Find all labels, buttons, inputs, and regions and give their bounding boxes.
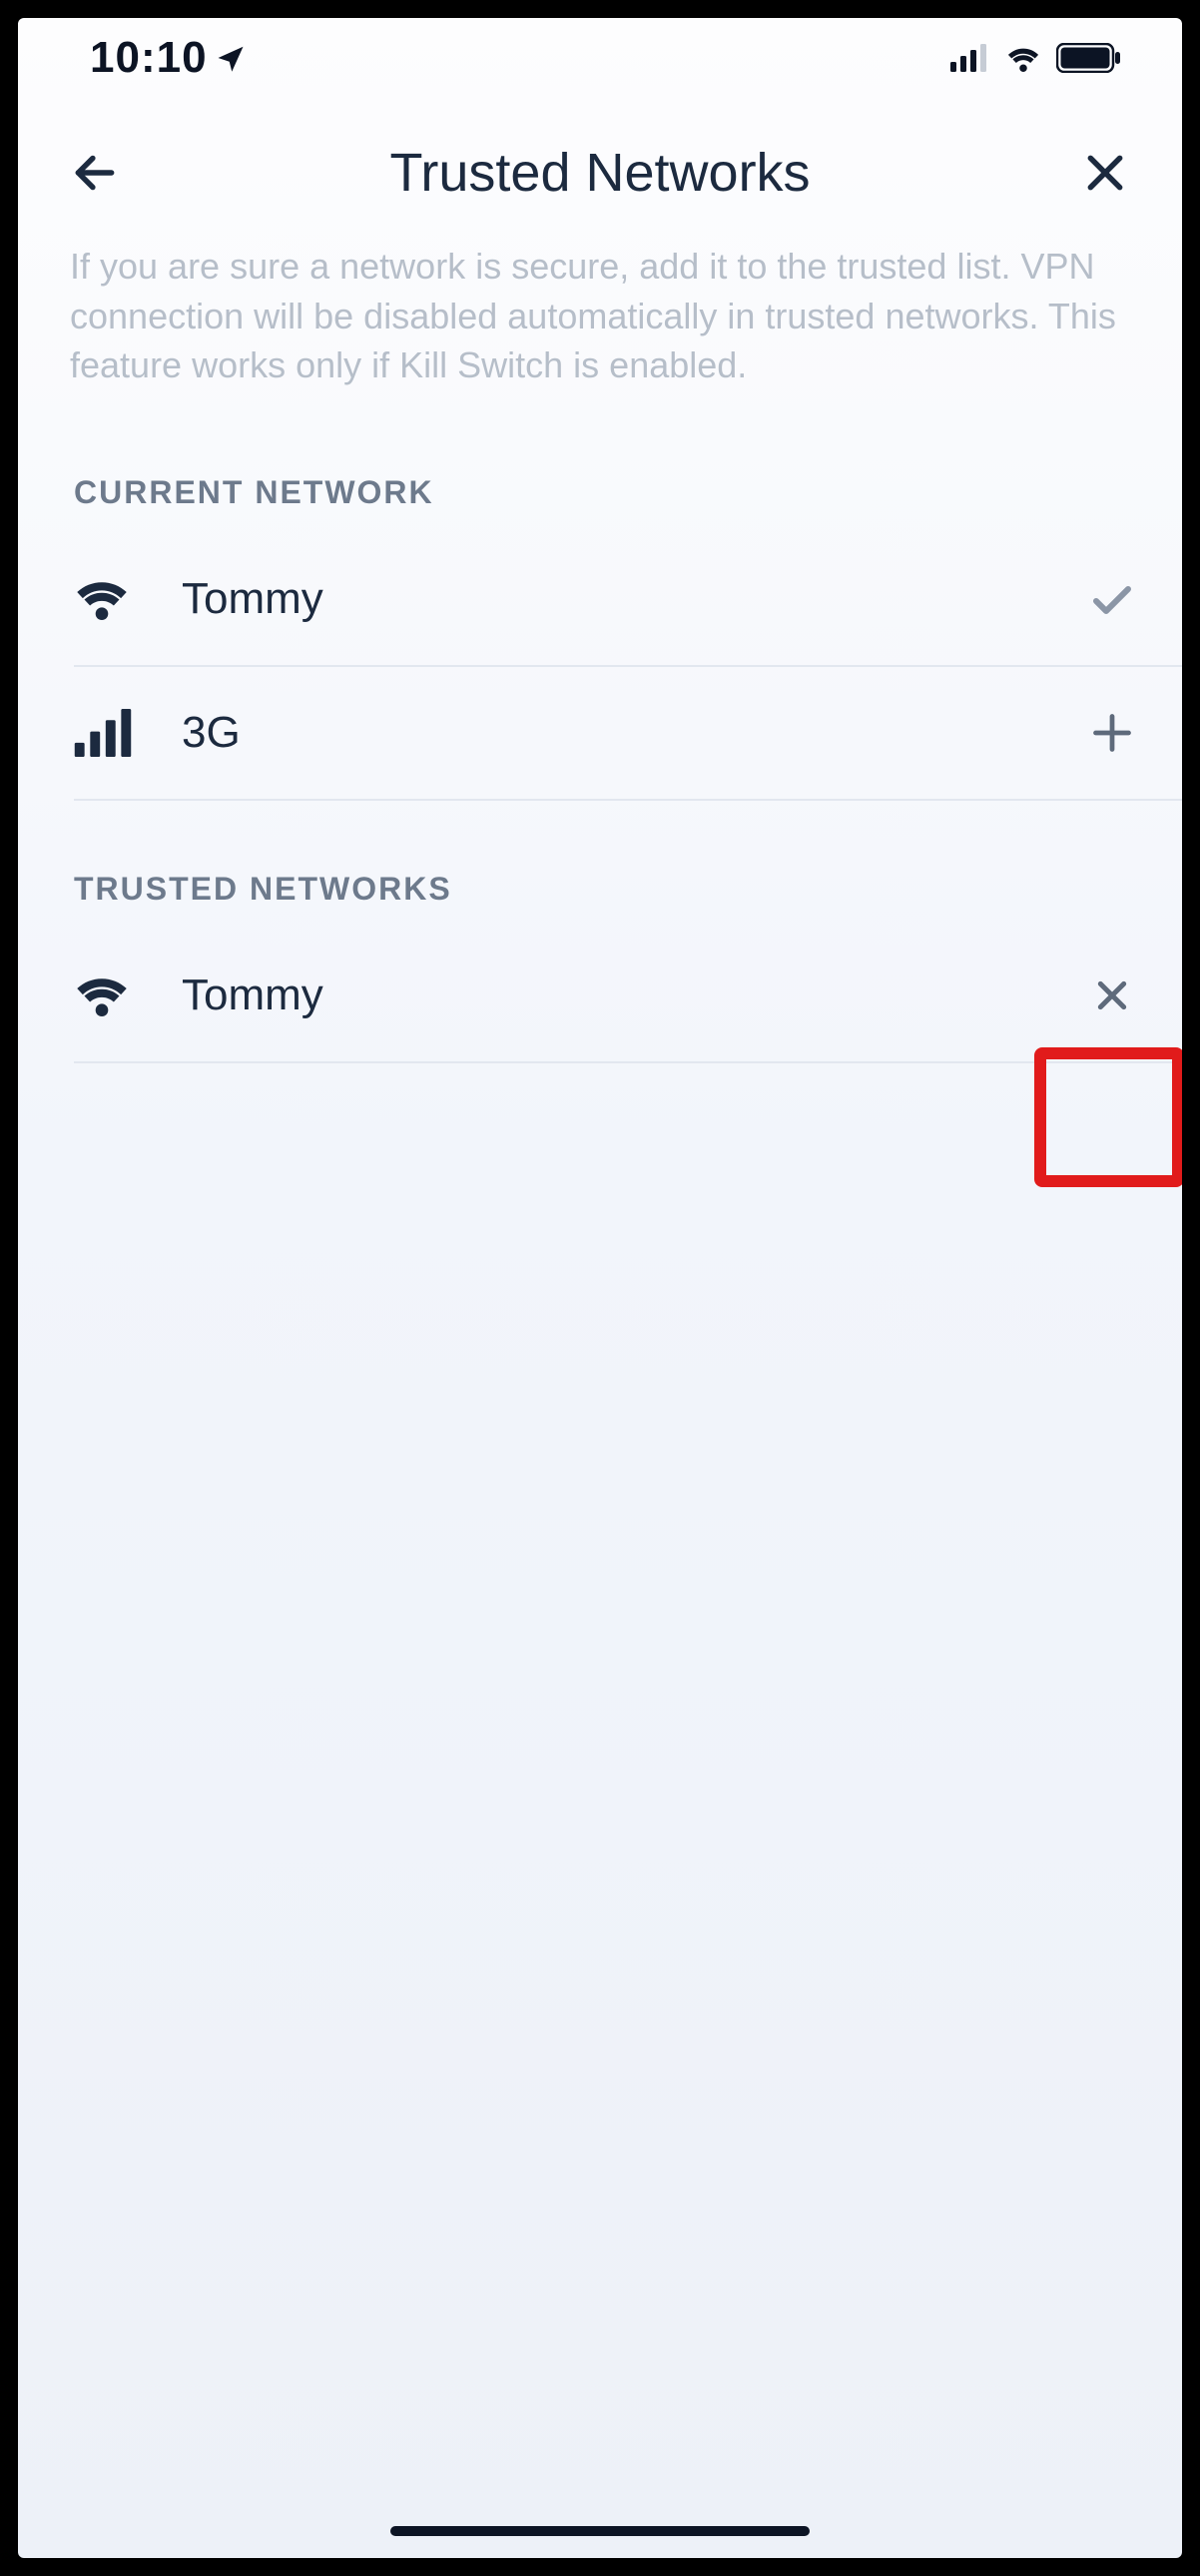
trusted-network-row[interactable]: Tommy xyxy=(74,930,1182,1063)
close-button[interactable] xyxy=(1070,138,1140,208)
status-icons xyxy=(950,43,1122,73)
plus-icon xyxy=(1090,711,1134,755)
nav-header: Trusted Networks xyxy=(18,98,1182,232)
wifi-status-icon xyxy=(1004,44,1042,72)
current-network-row[interactable]: Tommy xyxy=(74,533,1182,667)
arrow-left-icon xyxy=(70,148,120,198)
check-icon xyxy=(1088,575,1136,623)
home-indicator[interactable] xyxy=(390,2526,810,2536)
battery-icon xyxy=(1056,43,1122,73)
location-arrow-icon xyxy=(216,43,246,73)
status-time: 10:10 xyxy=(90,33,246,83)
screen: 10:10 xyxy=(18,18,1182,2558)
clock-time: 10:10 xyxy=(90,33,208,83)
page-title: Trusted Networks xyxy=(389,142,810,204)
section-header-current: CURRENT NETWORK xyxy=(18,430,1182,533)
description-text: If you are sure a network is secure, add… xyxy=(18,232,1182,430)
cellular-signal-icon xyxy=(950,44,990,72)
add-network-button[interactable] xyxy=(1082,703,1142,763)
status-bar: 10:10 xyxy=(18,18,1182,98)
wifi-icon xyxy=(74,577,134,621)
remove-network-button[interactable] xyxy=(1082,966,1142,1025)
wifi-icon xyxy=(74,973,134,1017)
trusted-check-button[interactable] xyxy=(1082,569,1142,629)
current-cellular-row[interactable]: 3G xyxy=(74,667,1182,801)
close-icon xyxy=(1083,151,1127,195)
network-name: Tommy xyxy=(182,574,1034,624)
network-name: 3G xyxy=(182,708,1034,758)
x-icon xyxy=(1092,975,1132,1015)
back-button[interactable] xyxy=(60,138,130,208)
section-header-trusted: TRUSTED NETWORKS xyxy=(18,801,1182,930)
cellular-icon xyxy=(74,709,134,757)
network-name: Tommy xyxy=(182,970,1034,1020)
highlight-annotation xyxy=(1034,1047,1182,1187)
